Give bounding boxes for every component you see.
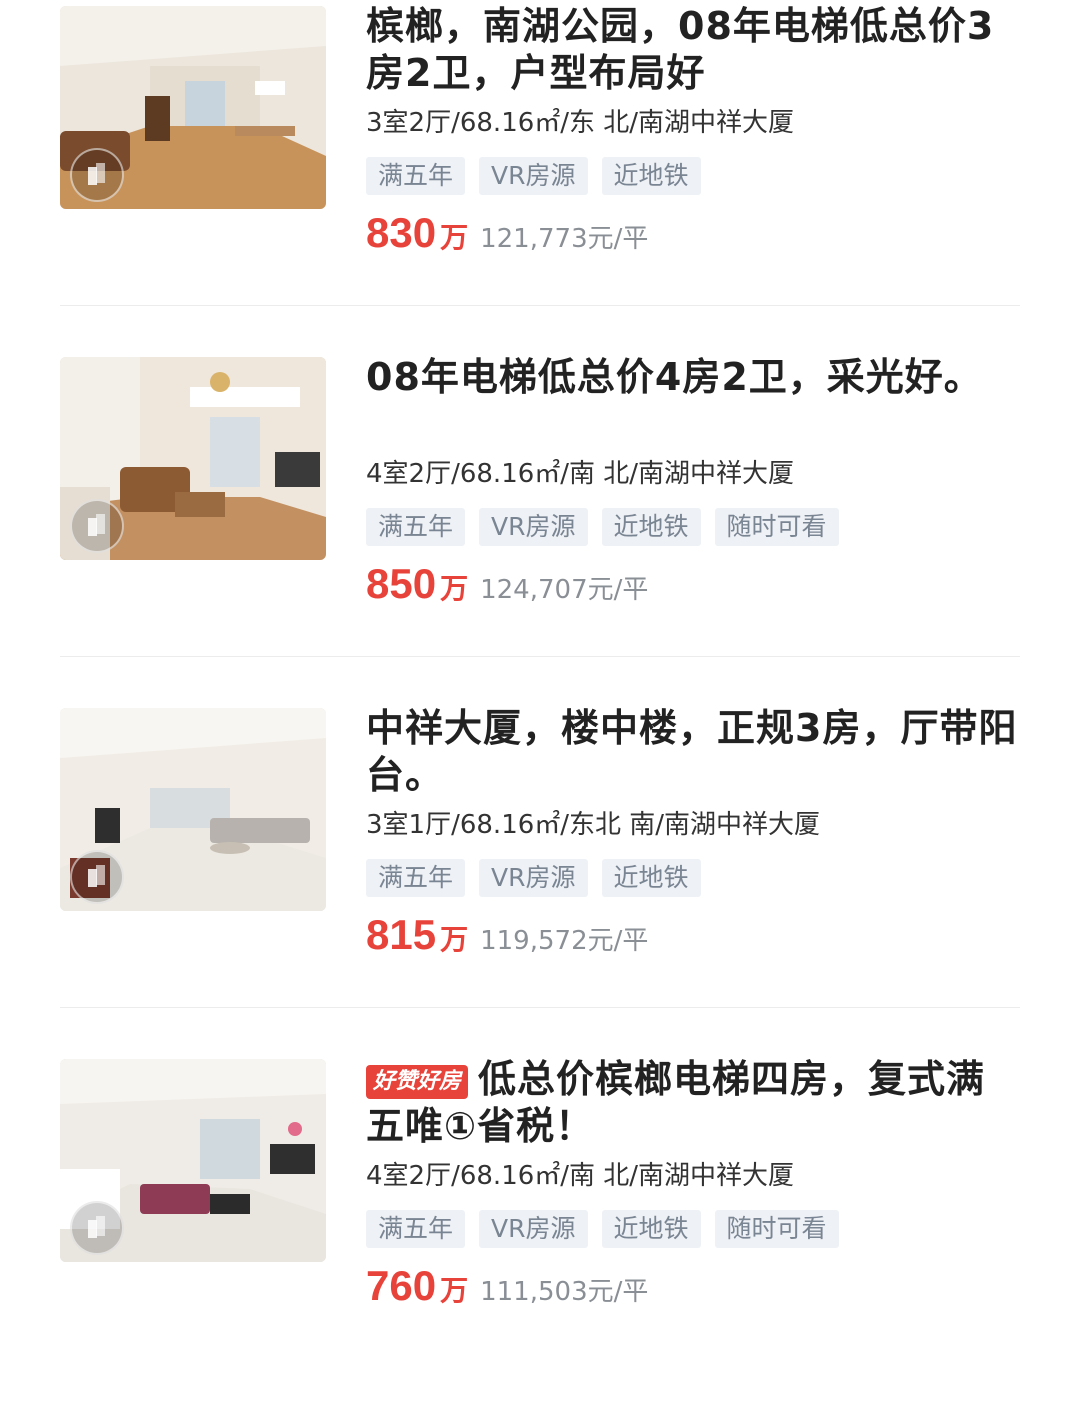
unit-price: 111,503元/平: [480, 1277, 649, 1307]
unit-price: 119,572元/平: [480, 926, 649, 956]
listing-title[interactable]: 中祥大厦，楼中楼，正规3房，厅带阳台。: [366, 705, 1020, 799]
vr-cube-icon: [70, 1201, 124, 1255]
listing-card[interactable]: 好赞好房 低总价槟榔电梯四房，复式满五唯①省税！ 4室2厅/68.16㎡/南 北/…: [60, 1053, 1020, 1404]
listing-meta: 4室2厅/68.16㎡/南 北/南湖中祥大厦: [366, 1161, 795, 1191]
listing-title[interactable]: 槟榔，南湖公园，08年电梯低总价3房2卫，户型布局好: [366, 3, 1020, 97]
listing-title-text: 中祥大厦，楼中楼，正规3房，厅带阳台。: [366, 706, 1018, 797]
price-row: 830 万 121,773元/平: [366, 209, 1020, 261]
tag: 满五年: [366, 508, 466, 546]
listing-info: 好赞好房 低总价槟榔电梯四房，复式满五唯①省税！ 4室2厅/68.16㎡/南 北/…: [366, 1053, 1020, 1314]
listing-card[interactable]: 槟榔，南湖公园，08年电梯低总价3房2卫，户型布局好 3室2厅/68.16㎡/东…: [60, 0, 1020, 351]
tag: 随时可看: [714, 508, 839, 546]
tag: 满五年: [366, 859, 466, 897]
tag: 近地铁: [601, 157, 701, 195]
tag-list: 满五年 VR房源 近地铁 随时可看: [366, 508, 1020, 546]
tag: 近地铁: [601, 1210, 701, 1248]
listing-list: 槟榔，南湖公园，08年电梯低总价3房2卫，户型布局好 3室2厅/68.16㎡/东…: [0, 0, 1080, 1330]
price-row: 850 万 124,707元/平: [366, 560, 1020, 612]
divider: [60, 1007, 1020, 1008]
listing-photo[interactable]: [60, 357, 326, 560]
total-price: 830: [366, 209, 437, 256]
total-price: 815: [366, 911, 437, 958]
good-house-badge: 好赞好房: [366, 1065, 469, 1099]
price-unit: 万: [440, 923, 469, 956]
listing-title[interactable]: 好赞好房 低总价槟榔电梯四房，复式满五唯①省税！: [366, 1056, 1020, 1150]
tag-list: 满五年 VR房源 近地铁 随时可看: [366, 1210, 1020, 1248]
vr-cube-icon: [70, 850, 124, 904]
divider: [60, 305, 1020, 306]
total-price: 850: [366, 560, 437, 607]
tag: VR房源: [479, 508, 588, 546]
listing-meta: 3室1厅/68.16㎡/东北 南/南湖中祥大厦: [366, 810, 821, 840]
listing-info: 08年电梯低总价4房2卫，采光好。 4室2厅/68.16㎡/南 北/南湖中祥大厦…: [366, 351, 1020, 612]
tag: 近地铁: [601, 508, 701, 546]
listing-card[interactable]: 08年电梯低总价4房2卫，采光好。 4室2厅/68.16㎡/南 北/南湖中祥大厦…: [60, 351, 1020, 702]
listing-card[interactable]: 中祥大厦，楼中楼，正规3房，厅带阳台。 3室1厅/68.16㎡/东北 南/南湖中…: [60, 702, 1020, 1053]
listing-photo[interactable]: [60, 708, 326, 911]
listing-title[interactable]: 08年电梯低总价4房2卫，采光好。: [366, 354, 1020, 448]
listing-info: 槟榔，南湖公园，08年电梯低总价3房2卫，户型布局好 3室2厅/68.16㎡/东…: [366, 0, 1020, 261]
vr-cube-icon: [70, 148, 124, 202]
unit-price: 121,773元/平: [480, 224, 649, 254]
price-unit: 万: [440, 221, 469, 254]
listing-photo[interactable]: [60, 6, 326, 209]
listing-photo[interactable]: [60, 1059, 326, 1262]
listing-info: 中祥大厦，楼中楼，正规3房，厅带阳台。 3室1厅/68.16㎡/东北 南/南湖中…: [366, 702, 1020, 963]
tag: 满五年: [366, 1210, 466, 1248]
tag: VR房源: [479, 859, 588, 897]
tag: 随时可看: [714, 1210, 839, 1248]
tag: VR房源: [479, 1210, 588, 1248]
price-unit: 万: [440, 1274, 469, 1307]
price-row: 815 万 119,572元/平: [366, 911, 1020, 963]
vr-cube-icon: [70, 499, 124, 553]
price-unit: 万: [440, 572, 469, 605]
unit-price: 124,707元/平: [480, 575, 649, 605]
tag-list: 满五年 VR房源 近地铁: [366, 157, 1020, 195]
tag-list: 满五年 VR房源 近地铁: [366, 859, 1020, 897]
listing-meta: 3室2厅/68.16㎡/东 北/南湖中祥大厦: [366, 108, 795, 138]
tag: 近地铁: [601, 859, 701, 897]
price-row: 760 万 111,503元/平: [366, 1262, 1020, 1314]
tag: 满五年: [366, 157, 466, 195]
listing-meta: 4室2厅/68.16㎡/南 北/南湖中祥大厦: [366, 459, 795, 489]
divider: [60, 656, 1020, 657]
total-price: 760: [366, 1262, 437, 1309]
tag: VR房源: [479, 157, 588, 195]
listing-title-text: 槟榔，南湖公园，08年电梯低总价3房2卫，户型布局好: [366, 4, 995, 95]
listing-title-text: 08年电梯低总价4房2卫，采光好。: [366, 355, 983, 399]
